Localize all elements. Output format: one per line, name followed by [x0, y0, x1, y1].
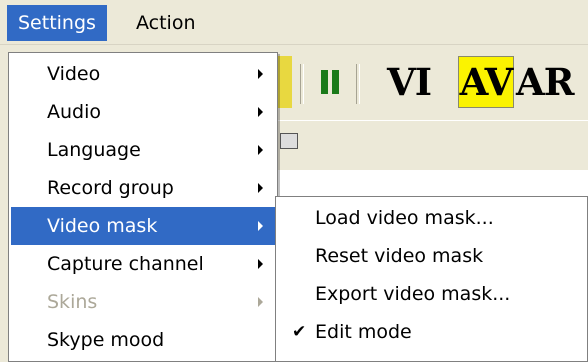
- menu-item-audio[interactable]: Audio: [11, 93, 275, 131]
- menu-item-load-video-mask[interactable]: Load video mask...: [278, 199, 585, 237]
- menu-item-export-video-mask[interactable]: Export video mask...: [278, 275, 585, 313]
- menu-item-label: Video mask: [47, 215, 158, 237]
- menu-item-label: Load video mask...: [315, 207, 494, 229]
- menu-action[interactable]: Action: [125, 5, 207, 41]
- submenu-arrow-icon: [258, 69, 263, 79]
- pause-button[interactable]: [308, 56, 352, 108]
- menu-item-video-mask[interactable]: Video mask: [11, 207, 275, 245]
- video-mask-submenu: Load video mask... Reset video mask Expo…: [275, 196, 588, 362]
- secondary-toolbar: [270, 120, 588, 167]
- menu-item-label: Record group: [47, 177, 174, 199]
- menu-settings[interactable]: Settings: [7, 5, 107, 41]
- toolbar-separator: [300, 64, 304, 104]
- menu-item-record-group[interactable]: Record group: [11, 169, 275, 207]
- pause-icon: [321, 70, 339, 94]
- device-icon[interactable]: [280, 133, 298, 149]
- menu-item-label: Audio: [47, 101, 102, 123]
- av-button[interactable]: AV: [458, 56, 514, 108]
- vi-button[interactable]: VI: [364, 56, 454, 108]
- submenu-arrow-icon: [258, 297, 263, 307]
- menu-item-edit-mode[interactable]: ✔ Edit mode: [278, 313, 585, 351]
- menu-item-video[interactable]: Video: [11, 55, 275, 93]
- menu-item-reset-video-mask[interactable]: Reset video mask: [278, 237, 585, 275]
- menu-item-label: Edit mode: [315, 321, 412, 343]
- menu-item-skins: Skins: [11, 283, 275, 321]
- menu-item-label: Skype mood: [47, 329, 165, 351]
- settings-menu: Video Audio Language Record group Video …: [8, 52, 278, 362]
- menu-item-label: Export video mask...: [315, 283, 511, 305]
- menu-item-label: Capture channel: [47, 253, 204, 275]
- menu-item-label: Reset video mask: [315, 245, 484, 267]
- menu-item-label: Video: [47, 63, 101, 85]
- menu-item-label: Language: [47, 139, 141, 161]
- toolbar-separator: [356, 64, 360, 104]
- submenu-arrow-icon: [258, 221, 263, 231]
- submenu-arrow-icon: [258, 145, 263, 155]
- ar-button[interactable]: AR: [516, 56, 588, 108]
- submenu-arrow-icon: [258, 183, 263, 193]
- menu-bar: Settings Action: [0, 0, 588, 45]
- menu-item-language[interactable]: Language: [11, 131, 275, 169]
- menu-item-skype-mood[interactable]: Skype mood: [11, 321, 275, 359]
- submenu-arrow-icon: [258, 107, 263, 117]
- checkmark-icon: ✔: [292, 322, 307, 342]
- menu-item-capture-channel[interactable]: Capture channel: [11, 245, 275, 283]
- menu-item-label: Skins: [47, 291, 98, 313]
- submenu-arrow-icon: [258, 259, 263, 269]
- toolbar: VI AV AR: [270, 56, 588, 112]
